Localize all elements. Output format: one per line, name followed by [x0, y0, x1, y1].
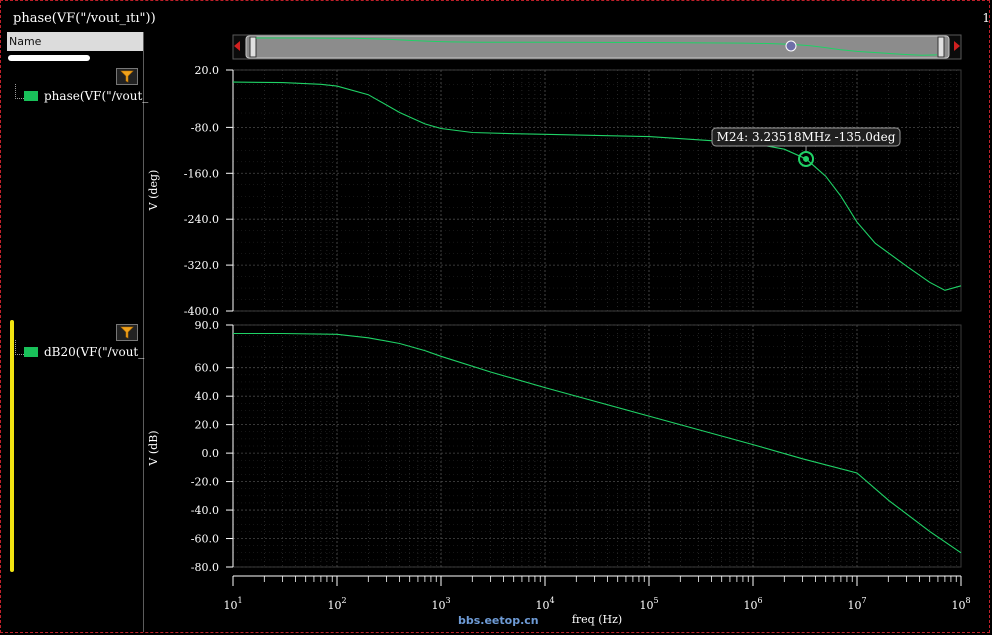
y-tick-label: 20.0 — [195, 64, 220, 77]
zoom-handle-right[interactable] — [937, 36, 945, 58]
zoom-strip[interactable] — [232, 34, 962, 60]
magnitude-plot: 90.0 60.0 40.0 20.0 0.0 -20.0 -40.0 -60.0 -80.0 — [191, 319, 962, 574]
y-tick-label: 90.0 — [195, 319, 220, 332]
y-tick-label: 60.0 — [195, 362, 220, 375]
y-tick-label: -40.0 — [191, 504, 219, 517]
y-tick-label: 20.0 — [195, 419, 220, 432]
marker-m24[interactable]: M24: 3.23518MHz -135.0deg — [711, 127, 901, 167]
y-tick-label: -80.0 — [191, 121, 219, 134]
y-tick-label: -400.0 — [184, 305, 219, 318]
y-tick-label: 0.0 — [202, 447, 220, 460]
zoom-handle-left[interactable] — [249, 36, 257, 58]
y-tick-label: -20.0 — [191, 476, 219, 489]
phase-plot: 20.0 -80.0 -160.0 -240.0 -320.0 -400.0 — [184, 64, 962, 318]
plot-frame — [232, 69, 962, 312]
y-tick-label: 40.0 — [195, 390, 220, 403]
marker-overview-icon[interactable] — [785, 40, 797, 52]
y-tick-label: -60.0 — [191, 533, 219, 546]
y-tick-label: -160.0 — [184, 167, 219, 180]
x-tick-label: 102 — [327, 596, 346, 612]
x-tick-label: 108 — [951, 596, 970, 612]
marker-label: M24: 3.23518MHz -135.0deg — [717, 130, 896, 144]
x-tick-label: 104 — [535, 596, 554, 612]
x-axis-label: freq (Hz) — [572, 613, 622, 626]
y-axis-label-phase: V (deg) — [147, 170, 160, 212]
x-tick-label: 103 — [431, 596, 450, 612]
watermark: bbs.eetop.cn — [458, 614, 539, 627]
x-tick-label: 101 — [223, 596, 242, 612]
x-tick-label: 105 — [639, 596, 658, 612]
waveform-chart: 20.0 -80.0 -160.0 -240.0 -320.0 -400.0 90.0 60… — [147, 34, 971, 626]
y-tick-label: -320.0 — [184, 259, 219, 272]
marker-dot-icon — [803, 155, 810, 162]
x-tick-label: 106 — [743, 596, 762, 612]
zoom-thumb[interactable] — [245, 35, 950, 59]
trace-line[interactable] — [232, 81, 962, 291]
trace-line[interactable] — [233, 332, 962, 554]
y-tick-label: -240.0 — [184, 213, 219, 226]
y-tick-label: -80.0 — [191, 561, 219, 574]
y-axis-label-magnitude: V (dB) — [147, 430, 160, 466]
x-tick-label: 107 — [847, 596, 866, 612]
